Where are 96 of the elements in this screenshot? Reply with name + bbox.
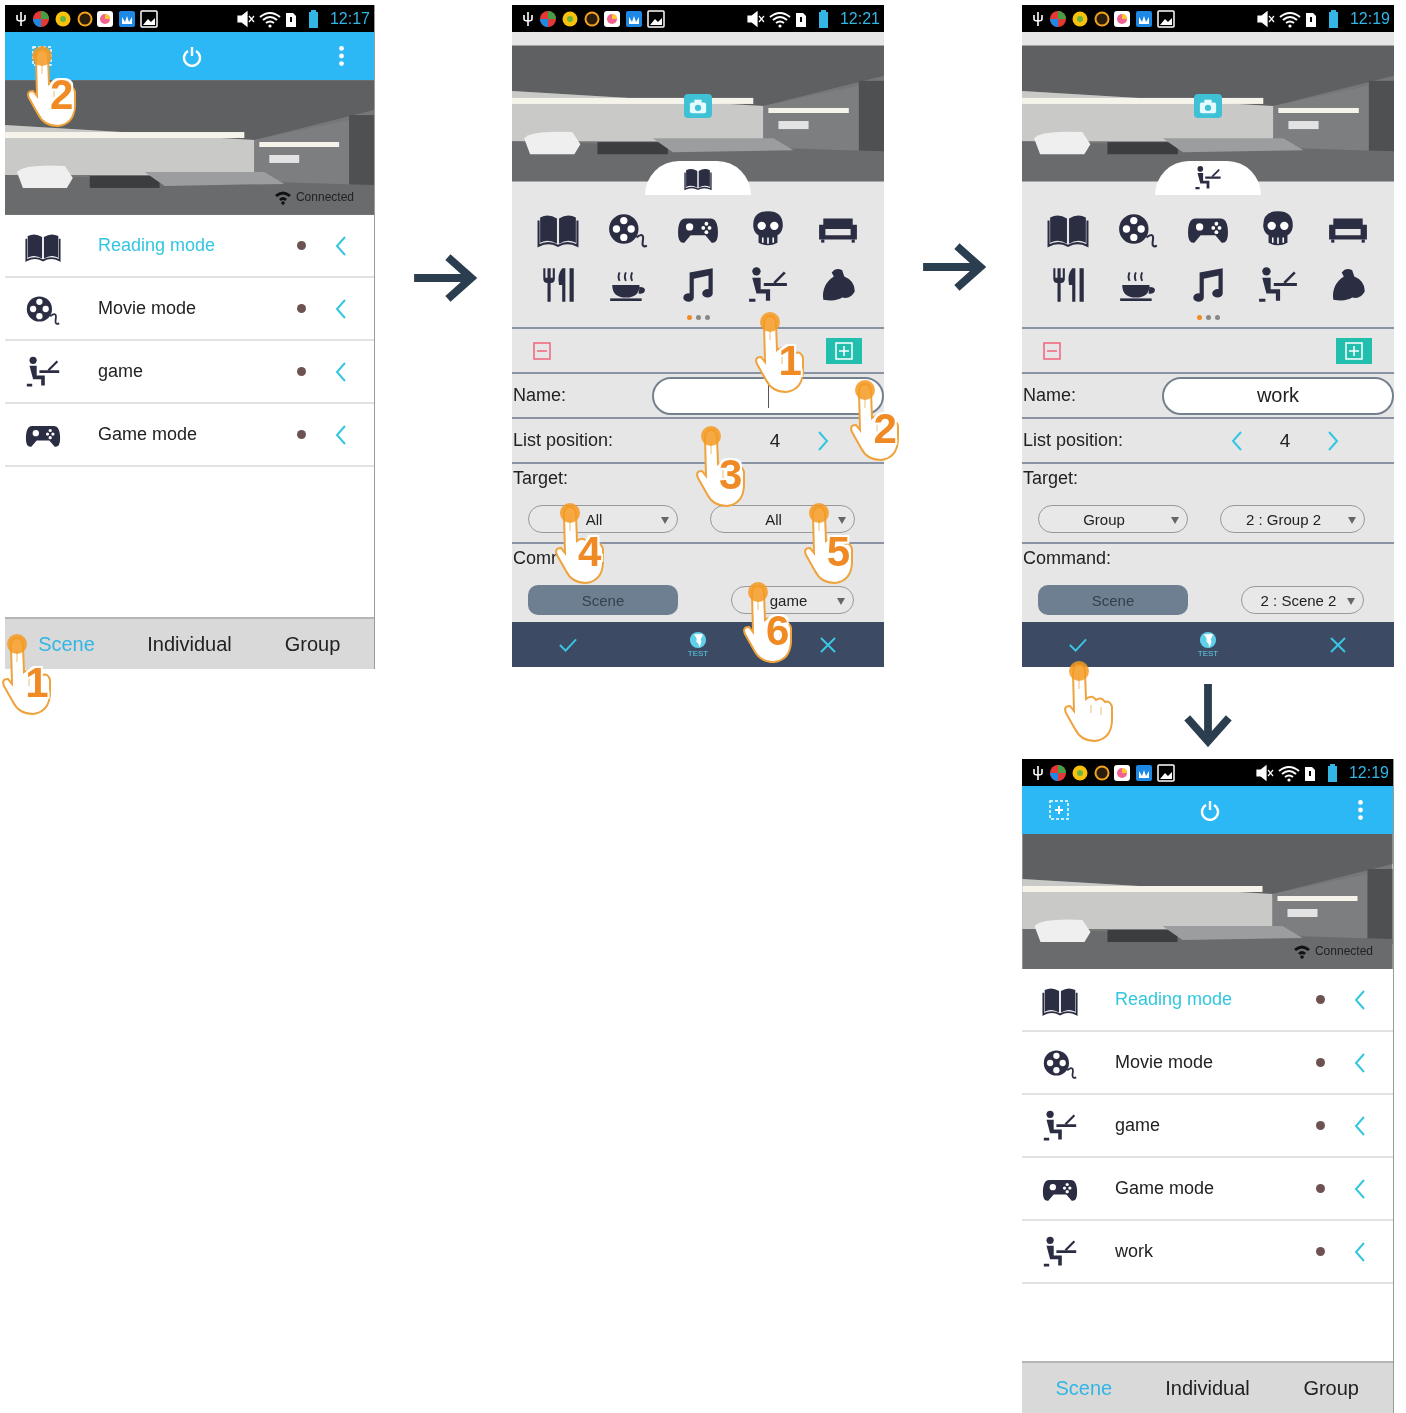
scene-name: game <box>98 361 145 382</box>
minus-icon <box>1043 341 1061 360</box>
wifi-icon <box>1292 943 1311 959</box>
scene-name: Movie mode <box>98 298 198 319</box>
scene-name: game <box>1115 1115 1162 1136</box>
status-dot <box>1316 1058 1325 1067</box>
scene-row[interactable]: game <box>1022 1095 1393 1158</box>
chevron-left-icon[interactable] <box>334 423 348 446</box>
caret-icon <box>1171 517 1179 524</box>
close-icon <box>1328 634 1348 655</box>
scene-row[interactable]: Movie mode <box>1022 1032 1393 1095</box>
step-number: 5 <box>826 531 851 574</box>
chevron-left-icon[interactable] <box>334 234 348 257</box>
step-number: 4 <box>578 531 602 574</box>
person-at-desk-icon <box>1192 164 1224 192</box>
flow-arrow <box>920 241 986 293</box>
camera-icon <box>688 97 708 115</box>
more-icon <box>1357 800 1363 820</box>
chevron-left-icon[interactable] <box>1353 1114 1367 1137</box>
status-dot <box>1316 1121 1325 1130</box>
status-dot <box>297 430 306 439</box>
position-value: 4 <box>1278 429 1292 452</box>
field-label: Command: <box>1022 547 1112 569</box>
field-label: Name: <box>512 385 567 406</box>
chevron-left-icon[interactable] <box>334 360 348 383</box>
field-label: List position: <box>1022 430 1125 451</box>
status-dot <box>1316 995 1325 1004</box>
connection-status: Connected <box>1314 944 1373 958</box>
chevron-left-icon[interactable] <box>334 297 348 320</box>
dropdown[interactable]: 2 : Group 2 <box>1220 505 1365 533</box>
tab[interactable]: Individual <box>1145 1363 1270 1413</box>
caret-icon <box>837 598 845 605</box>
clock-time: 12:19 <box>1348 763 1389 782</box>
scene-name: Reading mode <box>98 235 217 256</box>
plus-icon <box>835 341 853 360</box>
scene-row[interactable]: Movie mode <box>5 278 374 341</box>
scene-row[interactable]: work <box>1022 1221 1393 1284</box>
plus-icon <box>1345 341 1363 360</box>
step-number: 3 <box>719 453 743 496</box>
scene-name: work <box>1115 1241 1154 1262</box>
field-label: List position: <box>512 430 615 451</box>
camera-icon <box>1198 97 1218 115</box>
clock-time: 12:21 <box>839 9 880 28</box>
tab[interactable]: Group <box>251 619 374 669</box>
power-icon <box>1198 799 1221 821</box>
text-cursor <box>767 383 769 408</box>
chevron-left-icon[interactable] <box>1353 1051 1367 1074</box>
globe-icon <box>689 631 707 649</box>
caret-icon <box>661 517 669 524</box>
scene-row[interactable]: Game mode <box>5 404 374 467</box>
power-icon <box>180 45 203 67</box>
field-label: Name: <box>1022 385 1077 406</box>
add-button[interactable] <box>1046 797 1072 823</box>
connection-status: Connected <box>295 190 354 204</box>
status-dot <box>1316 1184 1325 1193</box>
chevron-left-icon[interactable] <box>1353 1177 1367 1200</box>
clock-time: 12:19 <box>1349 9 1390 28</box>
scene-name: Game mode <box>98 424 199 445</box>
dropdown[interactable]: Group <box>1038 505 1188 533</box>
flow-arrow <box>1182 681 1234 747</box>
chevron-left-icon[interactable] <box>1353 1240 1367 1263</box>
tab[interactable]: Individual <box>128 619 251 669</box>
minus-icon <box>533 341 551 360</box>
scene-name: Reading mode <box>1115 989 1234 1010</box>
more-icon <box>338 46 344 66</box>
name-field[interactable]: work <box>1162 376 1394 415</box>
step-number: 1 <box>778 339 802 382</box>
caret-icon <box>1347 598 1355 605</box>
dropdown[interactable]: 2 : Scene 2 <box>1241 586 1364 614</box>
camera-button[interactable] <box>684 94 712 118</box>
position-value: 4 <box>768 429 782 452</box>
scene-name: Movie mode <box>1115 1052 1215 1073</box>
clock-time: 12:17 <box>329 9 370 28</box>
status-dot <box>297 304 306 313</box>
camera-button[interactable] <box>1194 94 1222 118</box>
globe-icon <box>1199 631 1217 649</box>
field-label: Comr <box>512 547 557 569</box>
wifi-icon <box>273 189 292 205</box>
scene-name: Game mode <box>1115 1178 1216 1199</box>
step-number: 2 <box>50 74 74 116</box>
close-icon <box>818 634 838 655</box>
status-dot <box>297 241 306 250</box>
tab[interactable]: Group <box>1269 1363 1393 1413</box>
chevron-left-icon[interactable] <box>1353 988 1367 1011</box>
test-button[interactable]: TEST <box>683 626 713 663</box>
status-dot <box>297 367 306 376</box>
step-number: 2 <box>873 407 897 450</box>
caret-icon <box>838 517 846 524</box>
field-label: Target: <box>1022 467 1079 489</box>
add-icon <box>1048 799 1070 821</box>
status-dot <box>1316 1247 1325 1256</box>
test-button[interactable]: TEST <box>1193 626 1223 663</box>
field-label: Target: <box>512 467 569 489</box>
scene-row[interactable]: Game mode <box>1022 1158 1393 1221</box>
caret-icon <box>1348 517 1356 524</box>
scene-row[interactable]: game <box>5 341 374 404</box>
